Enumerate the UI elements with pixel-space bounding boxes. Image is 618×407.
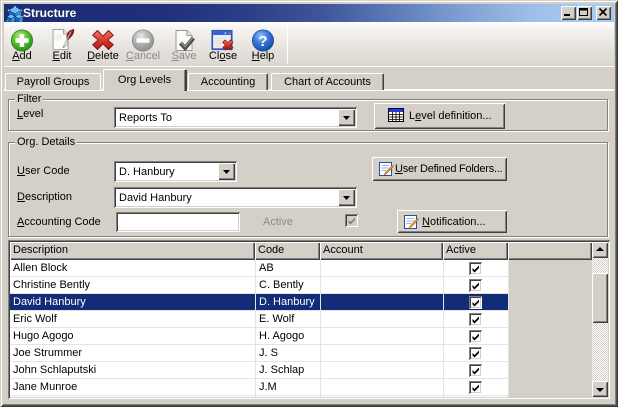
svg-text:?: ?: [258, 33, 267, 50]
